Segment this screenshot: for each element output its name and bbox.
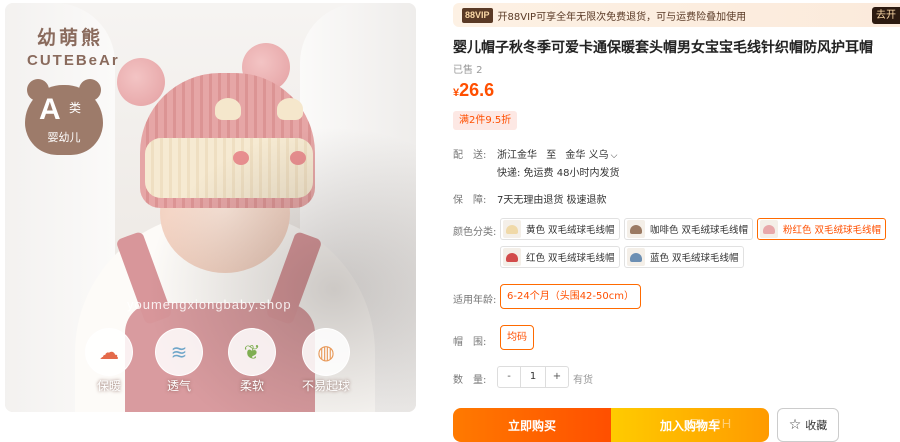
sku-thumbnail <box>503 248 521 266</box>
cloud-warm-icon: ☁ <box>85 328 133 376</box>
age-option[interactable]: 6-24个月（头围42-50cm） <box>500 284 641 309</box>
shipping-to-word: 至 <box>546 150 557 161</box>
age-label: 适用年龄: <box>453 295 497 306</box>
chevron-down-icon: ⌵ <box>610 151 618 161</box>
sku-thumbnail <box>627 220 645 238</box>
sku-label: 咖啡色 双毛绒球毛线帽 <box>650 225 749 236</box>
quantity-stepper: - 1 + <box>497 366 569 388</box>
shipping-detail: 快递: 免运费 48小时内发货 <box>497 168 620 179</box>
buy-now-button[interactable]: 立即购买 <box>453 408 611 442</box>
vip-badge: 88VIP <box>462 7 493 23</box>
feature-label: 透气 <box>166 379 191 393</box>
quantity-label: 数 量: <box>453 375 487 386</box>
quantity-decrease-button[interactable]: - <box>498 367 520 387</box>
sku-label: 红色 双毛绒球毛线帽 <box>526 253 615 264</box>
badge-infant-label: 婴幼儿 <box>47 131 81 144</box>
badge-ear-right <box>79 79 101 101</box>
shipping-from: 浙江金华 <box>497 150 537 161</box>
sku-label: 蓝色 双毛绒球毛线帽 <box>650 253 739 264</box>
quantity-input[interactable]: 1 <box>520 367 546 387</box>
leaf-icon: ❦ <box>228 328 276 376</box>
sku-label: 粉红色 双毛绒球毛线帽 <box>783 225 882 236</box>
brand-name-cn: 幼萌熊 <box>37 27 104 49</box>
size-label: 帽 围: <box>453 337 487 348</box>
sku-label: 黄色 双毛绒球毛线帽 <box>526 225 615 236</box>
vip-banner-text: 开88VIP可享全年无限次免费退货，可与运费险叠加使用 <box>497 11 747 23</box>
star-icon: ☆ <box>788 417 802 433</box>
vip-banner: 88VIP 开88VIP可享全年无限次免费退货，可与运费险叠加使用 去开 <box>453 3 900 27</box>
sold-count: 已售 2 <box>453 65 483 76</box>
ghost-watermark: EL PH <box>690 416 733 431</box>
stock-status: 有货 <box>573 375 593 386</box>
feature-anti-pilling: ◍ 不易起球 <box>294 328 358 394</box>
class-a-badge: A 类 婴幼儿 <box>25 79 103 155</box>
badge-class-word: 类 <box>69 101 82 115</box>
product-main-image[interactable]: 幼萌熊 CUTEBeAr A 类 婴幼儿 youmengxiongbaby.sh… <box>5 3 416 412</box>
vip-open-button[interactable]: 去开 <box>872 7 900 24</box>
feature-soft: ❦ 柔软 <box>223 328 281 394</box>
favorite-button[interactable]: ☆ 收藏 <box>777 408 839 442</box>
price-value: 26.6 <box>459 80 495 100</box>
sku-option-blue[interactable]: 蓝色 双毛绒球毛线帽 <box>624 246 744 268</box>
brand-name-en: CUTEBeAr <box>27 52 120 69</box>
badge-class-letter: A <box>39 93 61 126</box>
favorite-label: 收藏 <box>805 419 828 432</box>
feature-label: 柔软 <box>239 379 264 393</box>
sku-option-red[interactable]: 红色 双毛绒球毛线帽 <box>500 246 620 268</box>
feature-label: 不易起球 <box>301 379 350 393</box>
feature-breathable: ≋ 透气 <box>150 328 208 394</box>
sku-option-yellow[interactable]: 黄色 双毛绒球毛线帽 <box>500 218 620 240</box>
sku-option-pink[interactable]: 粉红色 双毛绒球毛线帽 <box>757 218 887 240</box>
promo-tag[interactable]: 满2件9.5折 <box>453 111 518 130</box>
price: ¥26.6 <box>453 80 494 101</box>
feature-warm: ☁ 保暖 <box>80 328 138 394</box>
feature-label: 保暖 <box>96 379 121 393</box>
shipping-destination[interactable]: 金华 义乌 ⌵ <box>565 150 617 161</box>
sku-option-coffee[interactable]: 咖啡色 双毛绒球毛线帽 <box>624 218 754 240</box>
sku-thumbnail <box>760 220 778 238</box>
shipping-to: 金华 义乌 <box>565 150 609 161</box>
shipping-route: 浙江金华 至 金华 义乌 ⌵ <box>497 146 617 161</box>
size-option[interactable]: 均码 <box>500 325 534 350</box>
shipping-label: 配 送: <box>453 150 487 161</box>
sku-thumbnail <box>503 220 521 238</box>
guarantee-label: 保 障: <box>453 195 487 206</box>
yarn-ball-icon: ◍ <box>302 328 350 376</box>
quantity-increase-button[interactable]: + <box>546 367 568 387</box>
image-watermark: youmengxiongbaby.shop <box>127 297 292 312</box>
color-label: 颜色分类: <box>453 227 497 238</box>
sku-thumbnail <box>627 248 645 266</box>
wind-icon: ≋ <box>155 328 203 376</box>
guarantee-text: 7天无理由退货 极速退款 <box>497 195 607 206</box>
product-title: 婴儿帽子秋冬季可爱卡通保暖套头帽男女宝宝毛线针织帽防风护耳帽 <box>453 40 873 56</box>
